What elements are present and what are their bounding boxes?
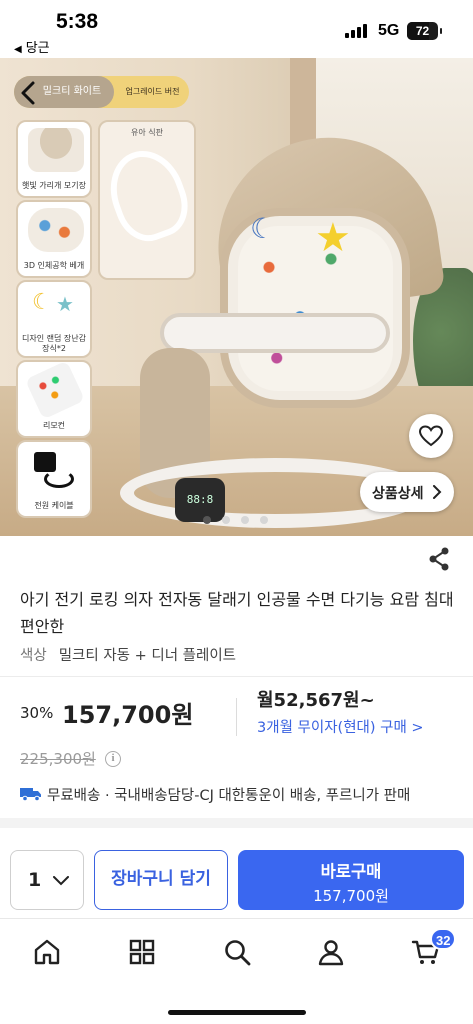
- buy-now-price: 157,700원: [313, 887, 389, 905]
- inset-caption: 유아 식판: [131, 128, 163, 137]
- swing-tray: [160, 313, 390, 353]
- back-to-app-link[interactable]: ◀ 당근: [14, 37, 50, 56]
- product-detail-button[interactable]: 상품상세: [360, 472, 454, 512]
- variant-upgrade-label: 업그레이드 버전: [125, 87, 180, 96]
- feature-pillow: 3D 인체공학 베개: [16, 200, 92, 278]
- section-gap: [0, 818, 473, 828]
- share-icon[interactable]: [424, 544, 454, 574]
- divider: [0, 676, 473, 677]
- toy-icon: ☾ ★: [32, 290, 74, 316]
- feature-thumbnails: 햇빛 가리개 모기장 3D 인체공학 베개 ☾ ★ 디자인 랜덤 장난감 장식*…: [16, 120, 92, 520]
- battery-percent: 72: [415, 24, 430, 38]
- cart-count-badge: 32: [430, 928, 457, 950]
- power-cable-icon: [28, 448, 84, 492]
- category-grid-icon[interactable]: [127, 937, 157, 967]
- product-image-gallery[interactable]: 밀크티 화이트 업그레이드 버전 햇빛 가리개 모기장 3D 인체공학 베개 ☾…: [0, 58, 473, 536]
- sale-price: 157,700원: [62, 701, 194, 729]
- network-type: 5G: [378, 22, 400, 39]
- pagination-dot[interactable]: [241, 516, 249, 524]
- feature-caption: 햇빛 가리개 모기장: [22, 181, 86, 190]
- signal-icon: [345, 24, 371, 38]
- feature-caption: 3D 인체공학 베개: [23, 261, 85, 270]
- product-detail-label: 상품상세: [372, 486, 424, 502]
- installment-link[interactable]: 3개월 무이자(현대) 구매 >: [257, 716, 424, 737]
- feature-cable: 전원 케이블: [16, 440, 92, 518]
- canopy-icon: [28, 128, 84, 172]
- truck-icon: [20, 788, 41, 802]
- remote-icon: [24, 362, 86, 420]
- feature-toys: ☾ ★ 디자인 랜덤 장난감 장식*2: [16, 280, 92, 358]
- feature-remote: 리모컨: [16, 360, 92, 438]
- baby-swing-image: ☾ ★ 88:8: [120, 123, 450, 528]
- add-to-cart-button[interactable]: 장바구니 담기: [94, 850, 228, 910]
- moon-toy-icon: ☾: [250, 212, 276, 245]
- bottom-navigation: [0, 919, 473, 1024]
- option-label: 색상: [20, 648, 47, 664]
- back-arrow-icon[interactable]: [12, 76, 46, 110]
- product-option: 색상 밀크티 자동 + 디너 플레이트: [20, 644, 236, 665]
- chevron-down-icon: [53, 876, 69, 886]
- original-price: 225,300원: [20, 750, 96, 768]
- clock: 5:38: [56, 10, 99, 33]
- price-divider: [236, 698, 237, 736]
- option-value: 밀크티 자동 + 디너 플레이트: [58, 648, 237, 664]
- buy-now-button[interactable]: 바로구매 157,700원: [238, 850, 464, 910]
- quantity-select[interactable]: 1: [10, 850, 84, 910]
- back-triangle-icon: ◀: [14, 44, 22, 55]
- product-title: 아기 전기 로킹 의자 전자동 달래기 인공물 수면 다기능 요람 침대 편안한: [20, 590, 454, 636]
- monthly-price: 월52,567원~: [257, 690, 375, 711]
- profile-icon[interactable]: [316, 937, 346, 967]
- pillow-icon: [28, 208, 84, 252]
- feature-canopy: 햇빛 가리개 모기장: [16, 120, 92, 198]
- purchase-bar: 1 장바구니 담기 바로구매 157,700원: [0, 838, 473, 918]
- feature-caption: 리모컨: [42, 421, 66, 430]
- feature-caption: 전원 케이블: [34, 501, 74, 510]
- star-toy-icon: ★: [315, 215, 351, 261]
- pagination-dot[interactable]: [222, 516, 230, 524]
- home-indicator[interactable]: [168, 1010, 306, 1015]
- gallery-pagination[interactable]: [203, 516, 279, 526]
- feature-caption: 디자인 랜덤 장난감 장식*2: [22, 334, 86, 353]
- quantity-value: 1: [28, 869, 42, 891]
- heart-icon: [419, 425, 443, 447]
- pagination-dot[interactable]: [260, 516, 268, 524]
- pagination-dot[interactable]: [203, 516, 211, 524]
- wishlist-button[interactable]: [409, 414, 453, 458]
- chevron-right-icon: [433, 485, 442, 499]
- back-app-label: 당근: [25, 41, 50, 56]
- home-icon[interactable]: [32, 937, 62, 967]
- search-icon[interactable]: [222, 937, 252, 967]
- discount-rate: 30%: [20, 704, 54, 722]
- shipping-info: 무료배송 · 국내배송담당-CJ 대한통운이 배송, 푸르니가 판매: [47, 788, 411, 804]
- battery-icon: 72: [407, 22, 442, 40]
- buy-now-label: 바로구매: [320, 862, 382, 881]
- status-bar: 5:38 ◀ 당근 5G 72: [0, 0, 473, 58]
- info-icon[interactable]: i: [105, 751, 121, 767]
